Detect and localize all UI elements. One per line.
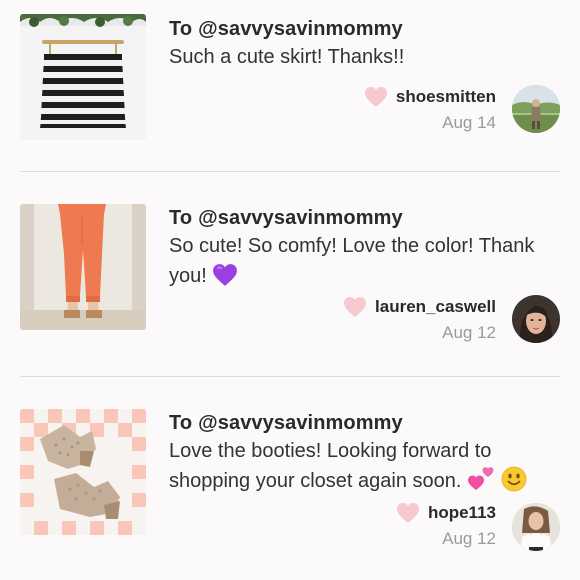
heart-icon — [344, 297, 367, 317]
love-note: To @savvysavinmommy Love the booties! Loo… — [0, 378, 580, 580]
author-avatar[interactable] — [512, 503, 560, 551]
to-prefix: To — [169, 207, 193, 229]
love-note: To @savvysavinmommy Such a cute skirt! Th… — [0, 0, 580, 172]
note-message: Love the booties! Looking forward to sho… — [169, 436, 564, 496]
author-username[interactable]: hope113 — [428, 503, 496, 523]
recipient-handle[interactable]: @savvysavinmommy — [198, 207, 403, 229]
recipient-line: To @savvysavinmommy — [169, 412, 403, 435]
author-row: hope113 — [396, 502, 496, 524]
two-hearts-icon — [467, 467, 494, 490]
author-row: shoesmitten — [364, 86, 496, 108]
recipient-line: To @savvysavinmommy — [169, 18, 403, 41]
smiley-icon — [501, 466, 526, 492]
heart-icon — [396, 503, 419, 523]
author-row: lauren_caswell — [343, 296, 496, 318]
author-username[interactable]: lauren_caswell — [375, 297, 496, 317]
purple-heart-icon — [213, 264, 238, 286]
listing-thumbnail[interactable] — [20, 409, 146, 535]
love-notes-feed: To @savvysavinmommy Such a cute skirt! Th… — [0, 0, 580, 580]
author-username[interactable]: shoesmitten — [396, 87, 496, 107]
note-date: Aug 14 — [442, 113, 496, 132]
note-message: Such a cute skirt! Thanks!! — [169, 42, 564, 72]
love-note: To @savvysavinmommy So cute! So comfy! Lo… — [0, 173, 580, 377]
outdoor-person-image — [512, 85, 560, 133]
striped-skirt-image — [20, 14, 146, 140]
recipient-line: To @savvysavinmommy — [169, 207, 403, 230]
note-divider — [20, 376, 560, 377]
listing-thumbnail[interactable] — [20, 204, 146, 330]
tan-booties-image — [20, 409, 146, 535]
note-divider — [20, 171, 560, 172]
author-avatar[interactable] — [512, 295, 560, 343]
note-date: Aug 12 — [442, 323, 496, 342]
coral-pants-image — [20, 204, 146, 330]
woman-portrait-image — [512, 295, 560, 343]
note-message: So cute! So comfy! Love the color! Thank… — [169, 231, 564, 291]
listing-thumbnail[interactable] — [20, 14, 146, 140]
woman-white-top-image — [512, 503, 560, 551]
message-text: Love the booties! Looking forward to sho… — [169, 440, 492, 492]
heart-icon — [364, 87, 387, 107]
to-prefix: To — [169, 412, 193, 434]
note-date: Aug 12 — [442, 529, 496, 548]
message-text: Such a cute skirt! Thanks!! — [169, 46, 405, 68]
recipient-handle[interactable]: @savvysavinmommy — [198, 18, 403, 40]
recipient-handle[interactable]: @savvysavinmommy — [198, 412, 403, 434]
author-avatar[interactable] — [512, 85, 560, 133]
to-prefix: To — [169, 18, 193, 40]
